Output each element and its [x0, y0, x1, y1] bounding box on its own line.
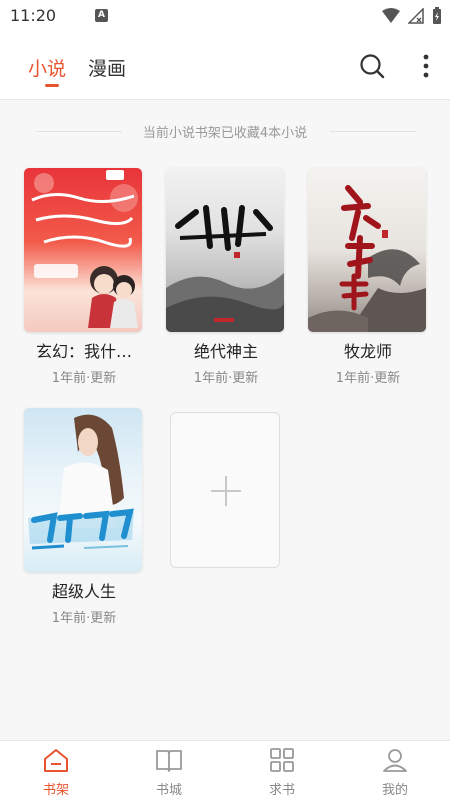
- top-bar: 小说 漫画: [0, 32, 450, 100]
- book-card[interactable]: 玄幻：我什… 1年前·更新: [24, 168, 144, 386]
- status-icons: [382, 6, 442, 26]
- plus-icon: [211, 476, 241, 506]
- book-updated: 1年前·更新: [51, 371, 117, 386]
- nav-request-book[interactable]: 求书: [252, 747, 312, 798]
- notification-icon: A: [95, 9, 108, 22]
- search-button[interactable]: [358, 52, 386, 80]
- book-card[interactable]: 绝代神主 1年前·更新: [166, 168, 286, 386]
- wifi-icon: [382, 8, 400, 23]
- status-bar: 11:20 A: [0, 0, 450, 32]
- divider-right: [330, 131, 416, 132]
- nav-bookshelf[interactable]: 书架: [26, 747, 86, 798]
- book-cover[interactable]: [166, 168, 284, 332]
- more-menu-button[interactable]: [414, 52, 438, 80]
- book-updated: 1年前·更新: [335, 371, 401, 386]
- search-icon: [360, 54, 385, 79]
- book-cover[interactable]: [24, 168, 142, 332]
- book-cover[interactable]: [24, 408, 142, 572]
- person-icon: [383, 749, 407, 772]
- nav-bookstore[interactable]: 书城: [139, 747, 199, 798]
- cover-art: [28, 414, 134, 550]
- status-time: 11:20: [10, 6, 57, 25]
- book-icon: [156, 750, 182, 772]
- book-title: 绝代神主: [193, 342, 258, 361]
- book-title: 牧龙师: [343, 342, 392, 361]
- tab-comic[interactable]: 漫画: [88, 54, 126, 81]
- book-updated: 1年前·更新: [51, 611, 117, 626]
- grid-icon: [270, 748, 294, 772]
- battery-icon: [433, 7, 441, 24]
- book-card[interactable]: 牧龙师 1年前·更新: [308, 168, 428, 386]
- bottom-nav: 书架 书城 求书 我的: [0, 740, 450, 800]
- cover-art: [166, 205, 284, 332]
- add-book-button[interactable]: [170, 412, 280, 568]
- tab-novel[interactable]: 小说: [28, 54, 66, 81]
- nav-label: 我的: [381, 783, 408, 798]
- more-vertical-icon: [423, 54, 429, 78]
- book-card[interactable]: 超级人生 1年前·更新: [24, 408, 144, 626]
- nav-label: 书架: [42, 783, 69, 798]
- book-title: 玄幻：我什…: [35, 342, 132, 361]
- nav-label: 求书: [268, 783, 295, 798]
- book-title: 超级人生: [51, 582, 116, 601]
- book-cover[interactable]: [308, 168, 426, 332]
- cover-art: [308, 185, 426, 332]
- house-icon: [44, 749, 68, 772]
- bookshelf-summary: 当前小说书架已收藏4本小说: [0, 120, 450, 142]
- cover-art: [31, 170, 138, 328]
- nav-profile[interactable]: 我的: [365, 747, 425, 798]
- tab-indicator: [45, 84, 59, 87]
- book-updated: 1年前·更新: [193, 371, 259, 386]
- nav-label: 书城: [155, 783, 182, 798]
- signal-icon: [408, 8, 424, 24]
